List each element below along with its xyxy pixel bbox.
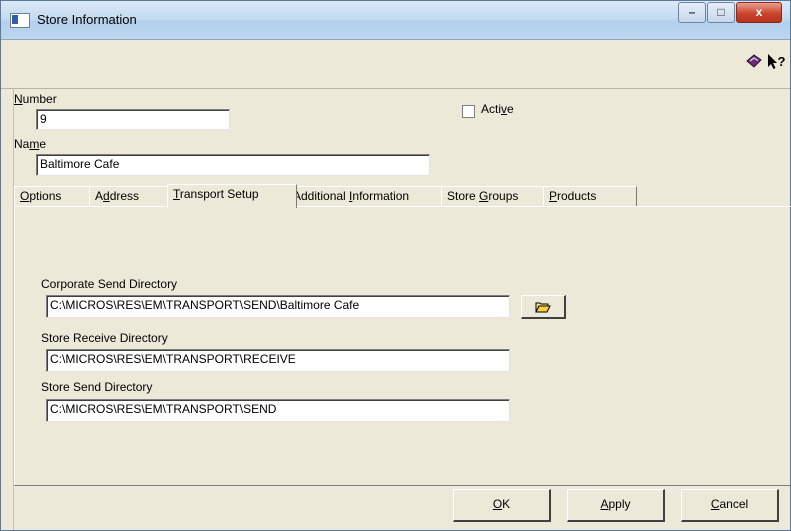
corporate-send-field[interactable]: C:\MICROS\RES\EM\TRANSPORT\SEND\Baltimor…: [46, 295, 510, 318]
number-label: Number: [14, 92, 57, 106]
store-send-label: Store Send Directory: [41, 380, 153, 394]
ok-button[interactable]: OK: [453, 489, 551, 522]
tab-additional-information[interactable]: Additional Information: [287, 186, 451, 207]
tab-options[interactable]: Options: [14, 186, 101, 207]
left-edge: [1, 89, 14, 530]
window-controls: – □ x: [677, 2, 782, 23]
transport-setup-panel: [14, 206, 791, 487]
title-bar[interactable]: Store Information – □ x: [1, 1, 790, 40]
tab-products[interactable]: Products: [543, 186, 637, 207]
tab-address[interactable]: Address: [89, 186, 179, 207]
active-label[interactable]: Active: [481, 102, 514, 116]
toolbar: [1, 40, 790, 89]
number-field[interactable]: 9: [36, 109, 230, 130]
store-receive-field[interactable]: C:\MICROS\RES\EM\TRANSPORT\RECEIVE: [46, 349, 510, 372]
maximize-button[interactable]: □: [707, 2, 735, 23]
window-app-icon: [10, 13, 30, 28]
tab-store-groups[interactable]: Store Groups: [441, 186, 553, 207]
store-receive-label: Store Receive Directory: [41, 331, 168, 345]
store-send-field[interactable]: C:\MICROS\RES\EM\TRANSPORT\SEND: [46, 399, 510, 422]
browse-button[interactable]: [521, 295, 566, 319]
svg-text:?: ?: [778, 54, 786, 69]
apply-button[interactable]: Apply: [567, 489, 665, 522]
bottom-separator: [14, 485, 790, 486]
name-label: Name: [14, 137, 47, 151]
window-title: Store Information: [37, 12, 137, 27]
close-button[interactable]: x: [736, 2, 782, 23]
tab-transport-setup[interactable]: Transport Setup: [167, 184, 297, 208]
context-help-icon[interactable]: ?: [767, 52, 787, 72]
minimize-button[interactable]: –: [678, 2, 706, 23]
book-icon[interactable]: [746, 54, 762, 68]
folder-open-icon: [535, 302, 551, 313]
corporate-send-label: Corporate Send Directory: [41, 277, 178, 291]
store-information-window: Store Information – □ x ? Number 9 Activ…: [0, 0, 791, 531]
name-field[interactable]: Baltimore Cafe: [36, 154, 430, 176]
active-checkbox[interactable]: [462, 105, 475, 118]
cancel-button[interactable]: Cancel: [681, 489, 779, 522]
